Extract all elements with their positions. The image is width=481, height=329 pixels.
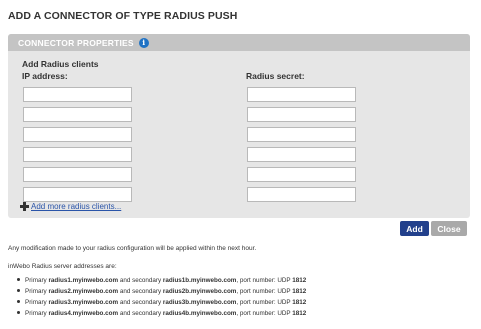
secondary-server: radius4b.myinwebo.com bbox=[162, 310, 237, 317]
radius-secret-input-1[interactable] bbox=[247, 87, 356, 102]
port-number: 1812 bbox=[292, 288, 307, 295]
config-notice: Any modification made to your radius con… bbox=[8, 245, 257, 252]
list-item: Primary radius3.myinwebo.com and seconda… bbox=[12, 297, 306, 308]
bullet-icon bbox=[17, 311, 20, 315]
radius-secret-column bbox=[247, 87, 356, 207]
radius-secret-input-5[interactable] bbox=[247, 167, 356, 182]
ip-address-column bbox=[23, 87, 132, 207]
info-icon[interactable]: i bbox=[138, 37, 149, 48]
primary-server: radius3.myinwebo.com bbox=[48, 299, 119, 306]
ip-address-input-2[interactable] bbox=[23, 107, 132, 122]
ip-address-input-3[interactable] bbox=[23, 127, 132, 142]
list-item: Primary radius2.myinwebo.com and seconda… bbox=[12, 286, 306, 297]
panel-header-label: CONNECTOR PROPERTIES bbox=[18, 37, 134, 48]
radius-secret-input-6[interactable] bbox=[247, 187, 356, 202]
secondary-server: radius2b.myinwebo.com bbox=[162, 288, 237, 295]
section-title: Add Radius clients bbox=[22, 59, 99, 69]
bullet-icon bbox=[17, 289, 20, 293]
port-number: 1812 bbox=[292, 310, 307, 317]
radius-secret-input-3[interactable] bbox=[247, 127, 356, 142]
port-number: 1812 bbox=[292, 299, 307, 306]
servers-intro: inWebo Radius server addresses are: bbox=[8, 263, 117, 270]
radius-secret-input-2[interactable] bbox=[247, 107, 356, 122]
ip-address-input-4[interactable] bbox=[23, 147, 132, 162]
radius-secret-input-4[interactable] bbox=[247, 147, 356, 162]
server-list: Primary radius1.myinwebo.com and seconda… bbox=[12, 275, 306, 319]
panel-header: CONNECTOR PROPERTIES i bbox=[8, 34, 470, 51]
bullet-icon bbox=[17, 278, 20, 282]
add-more-clients[interactable]: Add more radius clients... bbox=[20, 202, 121, 211]
plus-icon[interactable] bbox=[20, 202, 29, 211]
add-more-clients-link[interactable]: Add more radius clients... bbox=[31, 202, 121, 211]
secondary-server: radius3b.myinwebo.com bbox=[162, 299, 237, 306]
ip-address-input-6[interactable] bbox=[23, 187, 132, 202]
list-item: Primary radius1.myinwebo.com and seconda… bbox=[12, 275, 306, 286]
port-number: 1812 bbox=[292, 277, 307, 284]
ip-address-input-5[interactable] bbox=[23, 167, 132, 182]
primary-server: radius1.myinwebo.com bbox=[48, 277, 119, 284]
ip-address-input-1[interactable] bbox=[23, 87, 132, 102]
page-title: ADD A CONNECTOR OF TYPE RADIUS PUSH bbox=[8, 10, 238, 22]
ip-address-label: IP address: bbox=[22, 71, 68, 81]
connector-properties-panel: CONNECTOR PROPERTIES i Add Radius client… bbox=[8, 34, 470, 218]
secondary-server: radius1b.myinwebo.com bbox=[162, 277, 237, 284]
bullet-icon bbox=[17, 300, 20, 304]
primary-server: radius4.myinwebo.com bbox=[48, 310, 119, 317]
primary-server: radius2.myinwebo.com bbox=[48, 288, 119, 295]
close-button[interactable]: Close bbox=[431, 221, 467, 236]
add-button[interactable]: Add bbox=[400, 221, 429, 236]
list-item: Primary radius4.myinwebo.com and seconda… bbox=[12, 308, 306, 319]
radius-secret-label: Radius secret: bbox=[246, 71, 305, 81]
